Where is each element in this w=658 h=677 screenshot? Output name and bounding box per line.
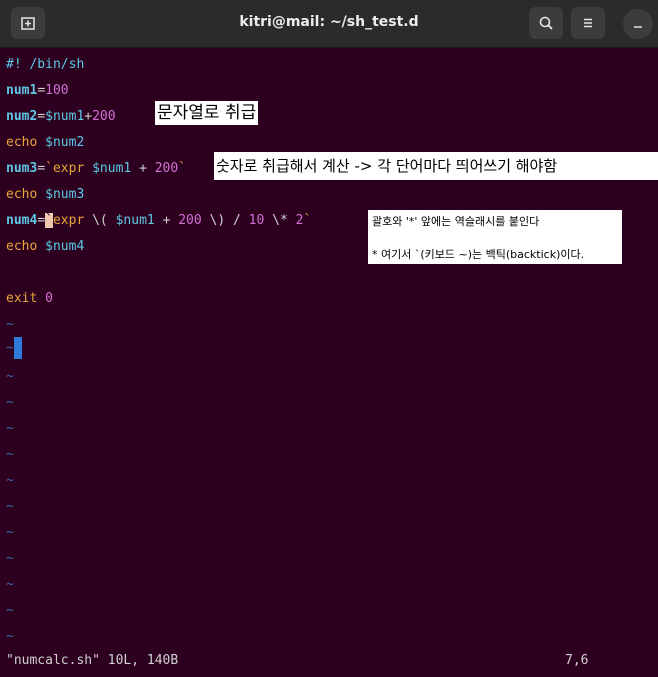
number-literal: 200	[92, 109, 116, 124]
vim-status-line: "numcalc.sh" 10L, 140B 7,6	[0, 650, 658, 672]
var-ref: $num1	[45, 109, 85, 124]
empty-line-tilde: ~	[6, 395, 14, 410]
assign-op: =	[37, 109, 46, 124]
search-button[interactable]	[529, 7, 563, 39]
annotation-backtick-line: * 여기서 `(키보드 ~)는 백틱(backtick)이다.	[372, 248, 585, 261]
empty-line-tilde: ~	[6, 629, 14, 644]
plus-op: +	[84, 109, 93, 124]
shebang: #! /bin/sh	[6, 57, 85, 72]
code-line-8: echo $num4	[6, 237, 84, 257]
cursor-position: 7,6	[565, 653, 589, 668]
code-line-3: num2=$num1+200	[6, 107, 116, 127]
var-num4: num4	[6, 213, 38, 228]
empty-line-tilde: ~	[6, 499, 14, 514]
var-ref: $num4	[45, 239, 85, 254]
empty-line-tilde: ~	[6, 551, 14, 566]
file-info: "numcalc.sh" 10L, 140B	[6, 653, 179, 668]
code-line-4: echo $num2	[6, 133, 84, 153]
cursor-line: ~	[6, 337, 22, 359]
code-line-7: num4=`expr \( $num1 + 200 \) / 10 \* 2`	[6, 211, 311, 231]
var-num2: num2	[6, 109, 38, 124]
code-line-6: echo $num3	[6, 185, 84, 205]
annotation-escape-line: 괄호와 '*' 앞에는 역슬래시를 붙인다	[372, 215, 540, 228]
annotation-string-note: 문자열로 취급	[155, 101, 259, 125]
empty-line-tilde: ~	[6, 603, 14, 618]
assign-op: =	[37, 83, 46, 98]
backtick-highlighted: `	[45, 213, 53, 228]
assign-op: =	[37, 161, 46, 176]
empty-line-tilde: ~	[6, 369, 14, 384]
empty-line-tilde: ~	[6, 421, 14, 436]
var-ref: $num1	[115, 213, 155, 228]
number-literal: 0	[45, 291, 53, 306]
code-line-10: exit 0	[6, 289, 53, 309]
minimize-button[interactable]	[623, 9, 653, 39]
escaped-multiply: \*	[272, 213, 288, 228]
backtick: `	[178, 161, 187, 176]
echo-keyword: echo	[6, 239, 38, 254]
var-num3: num3	[6, 161, 38, 176]
assign-op: =	[37, 213, 46, 228]
number-literal: 200	[154, 161, 179, 176]
empty-line-tilde: ~	[6, 525, 14, 540]
vim-editor[interactable]: #! /bin/sh num1=100 num2=$num1+200 echo …	[0, 48, 658, 677]
empty-line-tilde: ~	[6, 340, 14, 356]
escaped-paren: \(	[92, 213, 108, 228]
var-ref: $num2	[45, 135, 85, 150]
empty-line-tilde: ~	[6, 317, 14, 332]
annotation-escape-note: 괄호와 '*' 앞에는 역슬래시를 붙인다 * 여기서 `(키보드 ~)는 백틱…	[368, 210, 622, 264]
var-ref: $num1	[92, 161, 132, 176]
backtick: `	[45, 161, 53, 176]
minimize-icon	[634, 26, 642, 28]
echo-keyword: echo	[6, 135, 38, 150]
plus-op: +	[139, 161, 147, 176]
search-icon	[539, 16, 553, 30]
title-bar: kitri@mail: ~/sh_test.d	[0, 0, 658, 48]
exit-keyword: exit	[6, 291, 38, 306]
backtick: `	[303, 213, 312, 228]
hamburger-menu-icon	[584, 18, 592, 28]
echo-keyword: echo	[6, 187, 38, 202]
empty-line-tilde: ~	[6, 447, 14, 462]
code-line-5: num3=`expr $num1 + 200`	[6, 159, 186, 179]
plus-op: +	[162, 213, 171, 228]
text-cursor	[13, 337, 22, 359]
var-num1: num1	[6, 83, 38, 98]
expr-keyword: expr	[52, 161, 85, 176]
code-line-2: num1=100	[6, 81, 69, 101]
menu-button[interactable]	[571, 7, 605, 39]
empty-line-tilde: ~	[6, 473, 14, 488]
escaped-paren: \)	[209, 213, 226, 228]
code-line-1: #! /bin/sh	[6, 55, 84, 75]
expr-keyword: expr	[52, 213, 85, 228]
number-literal: 100	[45, 83, 69, 98]
number-literal: 10	[248, 213, 265, 228]
annotation-numeric-note: 숫자로 취급해서 계산 -> 각 단어마다 띄어쓰기 해야함	[214, 152, 658, 180]
number-literal: 200	[178, 213, 202, 228]
empty-line-tilde: ~	[6, 577, 14, 592]
terminal-window: kitri@mail: ~/sh_test.d #! /bin/sh num1=…	[0, 0, 658, 677]
divide-op: /	[233, 213, 241, 228]
var-ref: $num3	[45, 187, 85, 202]
